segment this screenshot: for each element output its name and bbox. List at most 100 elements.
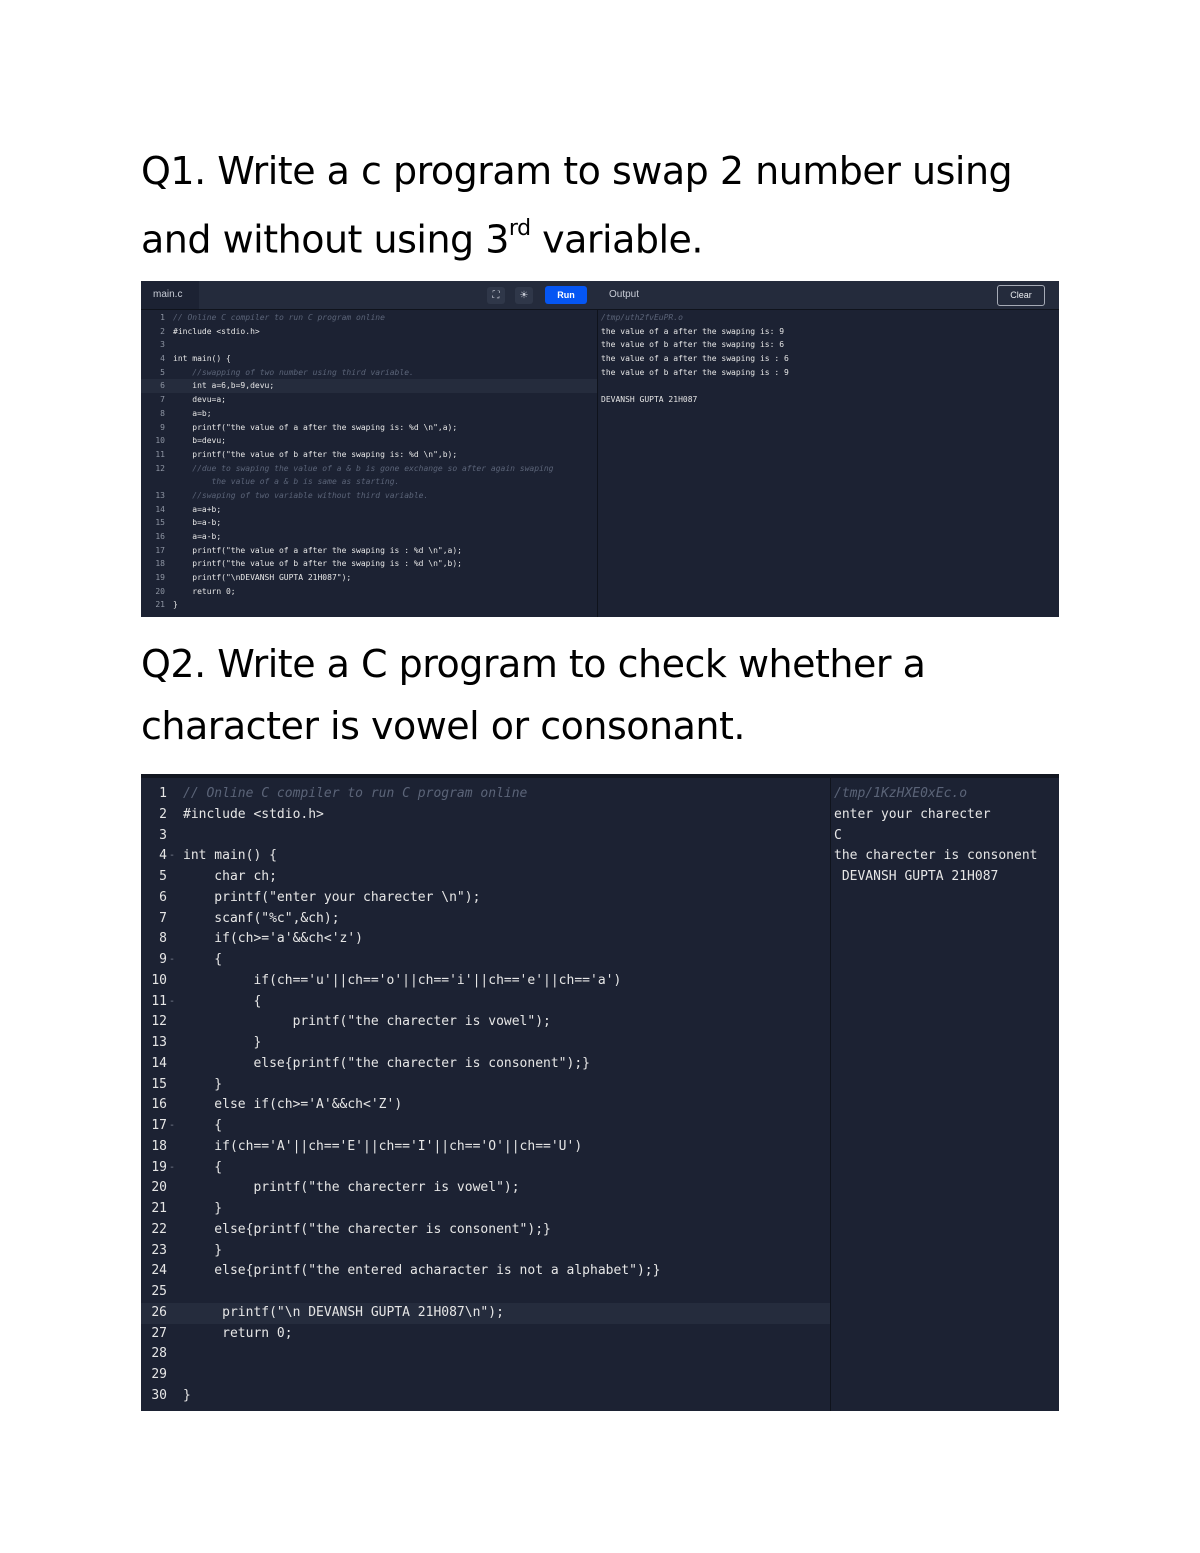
line-number: 15 [155,518,165,528]
code-line[interactable]: 25 [141,1282,830,1303]
code-editor[interactable]: 1 // Online C compiler to run C program o… [141,311,597,612]
pane-divider[interactable] [830,778,831,1411]
code-line[interactable]: 20 printf("the charecterr is vowel"); [141,1178,830,1199]
code-line[interactable]: 20 return 0; [141,585,597,599]
file-tab-main-c[interactable]: main.c [141,281,199,309]
code-line[interactable]: 3 [141,826,830,847]
code-editor[interactable]: 1 // Online C compiler to run C program o… [141,784,830,1407]
code-line[interactable]: 18 printf("the value of b after the swap… [141,557,597,571]
code-text: a=a-b; [173,532,222,541]
fold-toggle-icon[interactable]: - [169,950,175,971]
line-number: 8 [160,408,165,418]
code-text: the value of a & b is same as starting. [173,477,400,487]
code-line[interactable]: 17- { [141,1116,830,1137]
code-line[interactable]: 3 [141,338,597,352]
fold-toggle-icon[interactable]: - [169,992,175,1013]
code-line[interactable]: 21 } [141,1199,830,1220]
code-line[interactable]: 29 [141,1365,830,1386]
code-text: else{printf("the charecter is consonent"… [183,1055,590,1071]
output-line: /tmp/uth2fvEuPR.o [601,313,683,322]
code-line[interactable]: 21} [141,598,597,612]
code-line[interactable]: 8 a=b; [141,407,597,421]
code-line[interactable]: 10 if(ch=='u'||ch=='o'||ch=='i'||ch=='e'… [141,971,830,992]
code-text: { [183,1159,223,1175]
code-line[interactable]: the value of a & b is same as starting. [141,475,597,489]
code-line[interactable]: 22 else{printf("the charecter is consone… [141,1220,830,1241]
code-line[interactable]: 13 } [141,1033,830,1054]
line-number: 7 [160,395,165,405]
line-number: 1 [160,313,165,322]
fold-toggle-icon[interactable]: - [169,846,175,867]
code-line[interactable]: 14 a=a+b; [141,503,597,517]
code-text: printf("enter your charecter \n"); [183,889,481,905]
question-1-heading: Q1. Write a c program to swap 2 number u… [141,140,1081,271]
code-line[interactable]: 11 printf("the value of b after the swap… [141,448,597,462]
code-line[interactable]: 5 char ch; [141,867,830,888]
fold-toggle-icon[interactable]: - [169,1116,175,1137]
theme-sun-icon[interactable]: ☀ [515,287,533,304]
code-line[interactable]: 12 printf("the charecter is vowel"); [141,1012,830,1033]
line-number: 11 [151,993,167,1009]
code-line[interactable]: 19 printf("\nDEVANSH GUPTA 21H087"); [141,571,597,585]
code-line[interactable]: 2 #include <stdio.h> [141,805,830,826]
code-line[interactable]: 15 } [141,1075,830,1096]
code-line[interactable]: 24 else{printf("the entered acharacter i… [141,1261,830,1282]
pane-divider[interactable] [597,309,598,617]
code-line[interactable]: 23 } [141,1241,830,1262]
code-text: printf("the value of a after the swaping… [173,545,462,555]
code-line[interactable]: 12 //due to swaping the value of a & b i… [141,462,597,476]
code-line[interactable]: 1 // Online C compiler to run C program o… [141,784,830,805]
line-number: 23 [151,1242,167,1258]
code-line[interactable]: 1 // Online C compiler to run C program o… [141,311,597,325]
code-line[interactable]: 6 int a=6,b=9,devu; [141,379,597,394]
code-line[interactable]: 9 printf("the value of a after the swapi… [141,421,597,435]
line-number: 5 [160,367,165,377]
run-button[interactable]: Run [545,286,587,304]
code-line[interactable]: 9- { [141,950,830,971]
line-number: 17 [151,1118,167,1133]
code-line[interactable]: 30} [141,1386,830,1407]
code-line[interactable]: 13 //swaping of two variable without thi… [141,489,597,503]
code-text: #include <stdio.h> [173,326,260,336]
code-line[interactable]: 16 a=a-b; [141,530,597,544]
code-line[interactable]: 5 //swapping of two number using third v… [141,366,597,380]
code-line[interactable]: 17 printf("the value of a after the swap… [141,544,597,558]
code-text: { [183,952,223,967]
code-text: printf("the charecterr is vowel"); [183,1180,520,1196]
line-number: 28 [151,1346,167,1362]
code-line[interactable]: 19- { [141,1158,830,1179]
code-line[interactable]: 26 printf("\n DEVANSH GUPTA 21H087\n"); [141,1302,830,1324]
code-line[interactable]: 15 b=a-b; [141,516,597,530]
code-line[interactable]: 27 return 0; [141,1324,830,1345]
code-line[interactable]: 18 if(ch=='A'||ch=='E'||ch=='I'||ch=='O'… [141,1137,830,1158]
code-line[interactable]: 14 else{printf("the charecter is consone… [141,1054,830,1075]
fullscreen-icon[interactable]: ⛶ [487,287,505,304]
code-text: if(ch=='u'||ch=='o'||ch=='i'||ch=='e'||c… [183,972,622,988]
editor-header: main.c ⛶ ☀ Run Output Clear [141,281,1059,310]
line-number: 9 [159,952,167,967]
code-text: printf("the value of b after the swaping… [173,449,458,459]
code-line[interactable]: 7 scanf("%c",&ch); [141,909,830,930]
code-line[interactable]: 11- { [141,992,830,1013]
output-console: /tmp/uth2fvEuPR.o the value of a after th… [601,311,789,407]
code-line[interactable]: 2 #include <stdio.h> [141,325,597,339]
clear-button[interactable]: Clear [997,285,1045,306]
code-line[interactable]: 6 printf("enter your charecter \n"); [141,888,830,909]
code-line[interactable]: 7 devu=a; [141,393,597,407]
question-2-heading: Q2. Write a C program to check whether a… [141,642,926,748]
code-line[interactable]: 4- int main() { [141,846,830,867]
code-line[interactable]: 28 [141,1344,830,1365]
fold-toggle-icon[interactable]: - [169,1158,175,1179]
code-text: printf("the charecter is vowel"); [183,1014,551,1030]
code-line[interactable]: 4 int main() { [141,352,597,366]
line-number: 5 [159,869,167,884]
line-number: 8 [159,931,167,947]
code-line[interactable]: 10 b=devu; [141,434,597,448]
code-text: int a=6,b=9,devu; [173,381,275,391]
line-number: 16 [155,532,165,541]
code-text: else{printf("the charecter is consonent"… [183,1221,551,1237]
code-line[interactable]: 8 if(ch>='a'&&ch<'z') [141,929,830,950]
code-line[interactable]: 16 else if(ch>='A'&&ch<'Z') [141,1095,830,1116]
question-1-superscript: rd [508,216,531,241]
